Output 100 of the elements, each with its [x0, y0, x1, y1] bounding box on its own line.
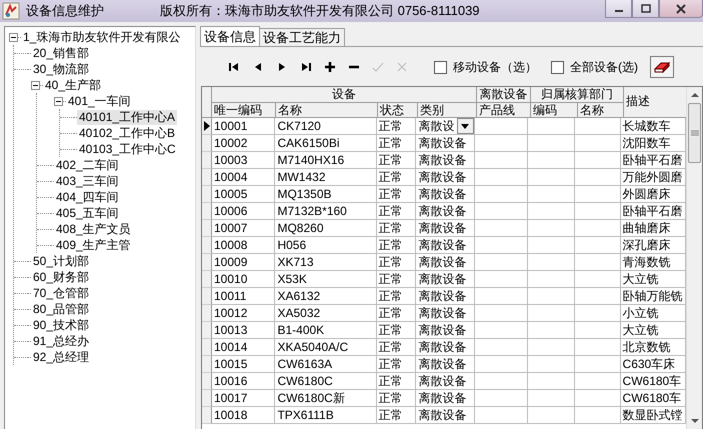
column-header[interactable]: 名称	[276, 102, 378, 117]
tree-item[interactable]: 402_二车间	[54, 158, 121, 172]
table-cell: 离散设备	[416, 322, 475, 339]
table-cell: 10011	[212, 288, 276, 305]
table-cell: 正常	[376, 305, 416, 322]
column-header[interactable]: 名称	[578, 102, 624, 117]
tree-item[interactable]: 90_技术部	[31, 318, 92, 332]
checkbox[interactable]	[551, 60, 564, 74]
table-cell: XK713	[275, 254, 377, 271]
table-cell	[474, 390, 528, 407]
tree-item[interactable]: 92_总经理	[31, 350, 92, 364]
tab[interactable]: 设备工艺能力	[259, 28, 345, 46]
checkbox-label[interactable]: 全部设备(选)	[570, 58, 638, 76]
table-cell	[528, 220, 575, 237]
table-cell: 离散设备	[416, 203, 475, 220]
minimize-button[interactable]	[605, 0, 632, 18]
close-icon	[676, 4, 686, 14]
scroll-up-icon[interactable]	[690, 92, 698, 98]
scroll-down-icon[interactable]	[690, 418, 698, 424]
table-cell: CW6180C	[275, 373, 377, 390]
table-cell: 离散设备	[416, 220, 475, 237]
table-cell	[474, 118, 528, 135]
table-cell: 10005	[212, 186, 276, 203]
table-cell: 正常	[376, 339, 416, 356]
column-header[interactable]: 描述	[624, 87, 686, 117]
column-header[interactable]: 类别	[418, 102, 477, 117]
collapse-toggle-icon[interactable]	[31, 80, 40, 90]
column-header[interactable]: 编码	[531, 102, 578, 117]
tree-item[interactable]: 50_计划部	[31, 254, 92, 268]
table-cell	[528, 135, 575, 152]
collapse-toggle-icon[interactable]	[54, 96, 63, 106]
table-cell: 正常	[376, 254, 416, 271]
tree-item[interactable]: 405_五车间	[54, 206, 121, 220]
column-group-header: 离散设备	[477, 87, 531, 102]
checkbox[interactable]	[434, 60, 447, 74]
dropdown-field[interactable]: 离散设	[416, 118, 475, 135]
table-cell: 离散设备	[416, 169, 475, 186]
table-cell: 离散设备	[416, 152, 475, 169]
tree-item[interactable]: 20_销售部	[31, 46, 92, 60]
table-cell: 10008	[212, 237, 276, 254]
checkbox-label[interactable]: 移动设备（选）	[453, 58, 537, 76]
table-cell: C630车床	[620, 356, 686, 373]
tree-item[interactable]: 91_总经办	[31, 334, 92, 348]
table-cell	[474, 271, 528, 288]
table-cell: 10002	[212, 135, 276, 152]
table-cell: 正常	[376, 356, 416, 373]
column-header[interactable]: 唯一编码	[212, 102, 276, 117]
tree-item[interactable]: 40102_工作中心B	[77, 126, 178, 140]
table-cell	[574, 390, 621, 407]
maximize-button[interactable]	[632, 0, 659, 18]
column-header[interactable]: 状态	[378, 102, 418, 117]
table-cell: 北京数铣	[620, 339, 686, 356]
close-button[interactable]	[659, 0, 703, 18]
tree-item[interactable]: 403_三车间	[54, 174, 121, 188]
table-cell	[528, 152, 575, 169]
table-cell	[574, 220, 621, 237]
table-cell: MQ8260	[275, 220, 377, 237]
table-cell: MQ1350B	[275, 186, 377, 203]
column-group-header: 归属核算部门	[531, 87, 624, 102]
scroll-thumb[interactable]	[688, 103, 701, 163]
table-cell: M7132B*160	[275, 203, 377, 220]
tree-item[interactable]: 409_生产主管	[54, 238, 133, 252]
table-cell	[474, 152, 528, 169]
table-cell: 10001	[212, 118, 276, 135]
tab[interactable]: 设备信息	[200, 26, 260, 46]
table-cell	[474, 169, 528, 186]
tree-item[interactable]: 70_仓管部	[31, 286, 92, 300]
tree-item[interactable]: 80_品管部	[31, 302, 92, 316]
table-cell: 10016	[212, 373, 276, 390]
tree-item[interactable]: 408_生产文员	[54, 222, 133, 236]
collapse-toggle-icon[interactable]	[9, 32, 18, 42]
table-cell: 10004	[212, 169, 276, 186]
table-cell	[474, 305, 528, 322]
table-cell: CW6163A	[275, 356, 377, 373]
tree-item[interactable]: 40101_工作中心A	[77, 110, 178, 124]
column-group-header: 设备	[212, 87, 477, 102]
table-cell: 正常	[376, 271, 416, 288]
vertical-scrollbar[interactable]	[686, 87, 702, 429]
table-cell: M7140HX16	[275, 152, 377, 169]
column-header[interactable]: 产品线	[477, 102, 531, 117]
table-cell: 正常	[376, 169, 416, 186]
table-cell	[574, 271, 621, 288]
tree-item[interactable]: 404_四车间	[54, 190, 121, 204]
table-cell	[528, 186, 575, 203]
minimize-icon	[614, 10, 622, 12]
table-cell: XA5032	[275, 305, 377, 322]
table-cell: 正常	[376, 322, 416, 339]
tree-item[interactable]: 40103_工作中心C	[77, 142, 178, 156]
row-indicator[interactable]	[202, 118, 212, 135]
table-cell: 正常	[376, 135, 416, 152]
window-title: 设备信息维护	[26, 2, 105, 20]
table-cell	[474, 203, 528, 220]
table-cell	[528, 169, 575, 186]
tree-item[interactable]: 40_生产部	[43, 78, 104, 92]
eraser-button[interactable]	[650, 56, 674, 78]
tree-item[interactable]: 60_财务部	[31, 270, 92, 284]
table-cell	[528, 356, 575, 373]
tree-item[interactable]: 1_珠海市助友软件开发有限公	[21, 30, 182, 44]
tree-item[interactable]: 401_一车间	[66, 94, 133, 108]
tree-item[interactable]: 30_物流部	[31, 62, 92, 76]
